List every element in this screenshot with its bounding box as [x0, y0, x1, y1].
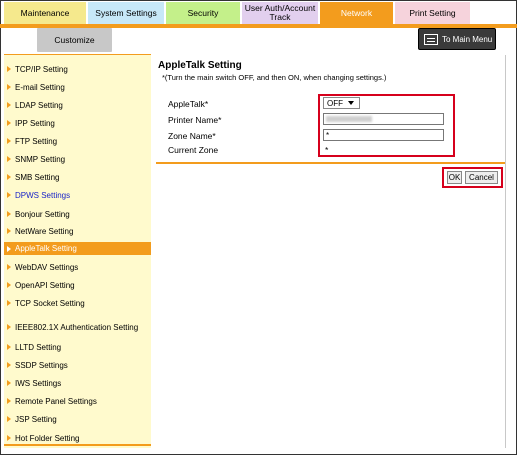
sidebar-item-appletalk-setting[interactable]: AppleTalk Setting — [4, 242, 151, 255]
zone-name-label: Zone Name* — [168, 131, 216, 141]
arrow-right-icon — [7, 416, 11, 422]
tab-user-auth-account-track[interactable]: User Auth/Account Track — [242, 2, 319, 24]
sidebar-item-bonjour-setting[interactable]: Bonjour Setting — [4, 207, 151, 221]
sidebar-item-label: SNMP Setting — [15, 154, 66, 164]
appletalk-select[interactable]: OFF — [323, 97, 360, 109]
arrow-right-icon — [7, 174, 11, 180]
sidebar-bottom-rule — [4, 444, 151, 446]
sidebar-item-tcp-socket-setting[interactable]: TCP Socket Setting — [4, 296, 151, 310]
arrow-right-icon — [7, 66, 11, 72]
sidebar-item-hot-folder-setting[interactable]: Hot Folder Setting — [4, 431, 151, 445]
to-main-menu-label: To Main Menu — [442, 34, 493, 44]
sidebar-item-label: Remote Panel Settings — [15, 396, 97, 406]
tab-maintenance[interactable]: Maintenance — [4, 2, 87, 24]
arrow-right-icon — [7, 344, 11, 350]
sidebar-item-openapi-setting[interactable]: OpenAPI Setting — [4, 278, 151, 292]
arrow-right-icon — [7, 324, 11, 330]
printer-name-field[interactable] — [323, 113, 444, 125]
sidebar-item-label: OpenAPI Setting — [15, 280, 75, 290]
chevron-down-icon — [348, 101, 354, 105]
arrow-right-icon — [7, 300, 11, 306]
sidebar-item-snmp-setting[interactable]: SNMP Setting — [4, 152, 151, 166]
sidebar-item-label: LLTD Setting — [15, 342, 62, 352]
tab-security[interactable]: Security — [166, 2, 241, 24]
sidebar-item-dpws-settings[interactable]: DPWS Settings — [4, 188, 151, 202]
sidebar-item-remote-panel-settings[interactable]: Remote Panel Settings — [4, 394, 151, 408]
arrow-right-icon — [7, 156, 11, 162]
sidebar-item-ssdp-settings[interactable]: SSDP Settings — [4, 358, 151, 372]
sidebar-item-label: JSP Setting — [15, 414, 57, 424]
sidebar-item-label: LDAP Setting — [15, 100, 63, 110]
arrow-right-icon — [7, 435, 11, 441]
arrow-right-icon — [7, 120, 11, 126]
sidebar-item-label: Bonjour Setting — [15, 209, 70, 219]
right-divider — [505, 55, 506, 448]
sidebar-item-label: NetWare Setting — [15, 226, 74, 236]
sidebar-item-label: SSDP Settings — [15, 360, 68, 370]
cancel-button[interactable]: Cancel — [465, 171, 498, 184]
appletalk-select-value: OFF — [327, 98, 343, 108]
arrow-right-icon — [7, 84, 11, 90]
sidebar-item-label: IPP Setting — [15, 118, 55, 128]
sidebar-item-label: TCP/IP Setting — [15, 64, 68, 74]
sidebar-item-label: E-mail Setting — [15, 82, 65, 92]
current-zone-value: * — [325, 145, 329, 155]
sidebar-item-ldap-setting[interactable]: LDAP Setting — [4, 98, 151, 112]
ok-button[interactable]: OK — [447, 171, 462, 184]
sidebar-item-label: TCP Socket Setting — [15, 298, 85, 308]
sidebar: TCP/IP Setting E-mail Setting LDAP Setting… — [4, 55, 151, 448]
sidebar-item-ipp-setting[interactable]: IPP Setting — [4, 116, 151, 130]
sidebar-item-label: AppleTalk Setting — [15, 244, 77, 253]
to-main-menu-button[interactable]: To Main Menu — [418, 28, 496, 50]
sidebar-item-label: IEEE802.1X Authentication Setting — [15, 322, 139, 332]
tab-system-settings[interactable]: System Settings — [88, 2, 165, 24]
sidebar-item-label: IWS Settings — [15, 378, 62, 388]
sidebar-item-e-mail-setting[interactable]: E-mail Setting — [4, 80, 151, 94]
sidebar-item-label: SMB Setting — [15, 172, 60, 182]
current-zone-label: Current Zone — [168, 145, 219, 155]
settings-note: *(Turn the main switch OFF, and then ON,… — [162, 73, 387, 82]
arrow-right-icon — [7, 282, 11, 288]
customize-button[interactable]: Customize — [37, 28, 112, 52]
appletalk-label: AppleTalk* — [168, 99, 209, 109]
sidebar-item-netware-setting[interactable]: NetWare Setting — [4, 224, 151, 238]
sidebar-item-ieee802-1x-authentication-setting[interactable]: IEEE802.1X Authentication Setting — [4, 315, 151, 339]
arrow-right-icon — [7, 211, 11, 217]
sidebar-item-label: Hot Folder Setting — [15, 433, 80, 443]
arrow-right-icon — [7, 398, 11, 404]
arrow-right-icon — [7, 362, 11, 368]
tab-print-setting[interactable]: Print Setting — [395, 2, 471, 24]
sidebar-item-webdav-settings[interactable]: WebDAV Settings — [4, 260, 151, 274]
arrow-right-icon — [7, 245, 11, 252]
sidebar-item-iws-settings[interactable]: IWS Settings — [4, 376, 151, 390]
arrow-right-icon — [7, 380, 11, 386]
arrow-right-icon — [7, 192, 11, 198]
sidebar-item-smb-setting[interactable]: SMB Setting — [4, 170, 151, 184]
sidebar-item-tcp-ip-setting[interactable]: TCP/IP Setting — [4, 62, 151, 76]
sidebar-item-lltd-setting[interactable]: LLTD Setting — [4, 340, 151, 354]
page-title: AppleTalk Setting — [158, 60, 242, 71]
menu-icon — [424, 33, 438, 45]
sidebar-item-label: DPWS Settings — [15, 190, 71, 200]
sidebar-item-ftp-setting[interactable]: FTP Setting — [4, 134, 151, 148]
sidebar-item-label: FTP Setting — [15, 136, 58, 146]
content-divider — [156, 162, 505, 164]
arrow-right-icon — [7, 138, 11, 144]
arrow-right-icon — [7, 102, 11, 108]
sidebar-item-label: WebDAV Settings — [15, 262, 79, 272]
arrow-right-icon — [7, 228, 11, 234]
zone-name-field[interactable]: * — [323, 129, 444, 141]
printer-name-label: Printer Name* — [168, 115, 222, 125]
printer-name-redacted — [326, 116, 372, 122]
arrow-right-icon — [7, 264, 11, 270]
tab-network[interactable]: Network — [320, 2, 394, 24]
sidebar-item-jsp-setting[interactable]: JSP Setting — [4, 412, 151, 426]
